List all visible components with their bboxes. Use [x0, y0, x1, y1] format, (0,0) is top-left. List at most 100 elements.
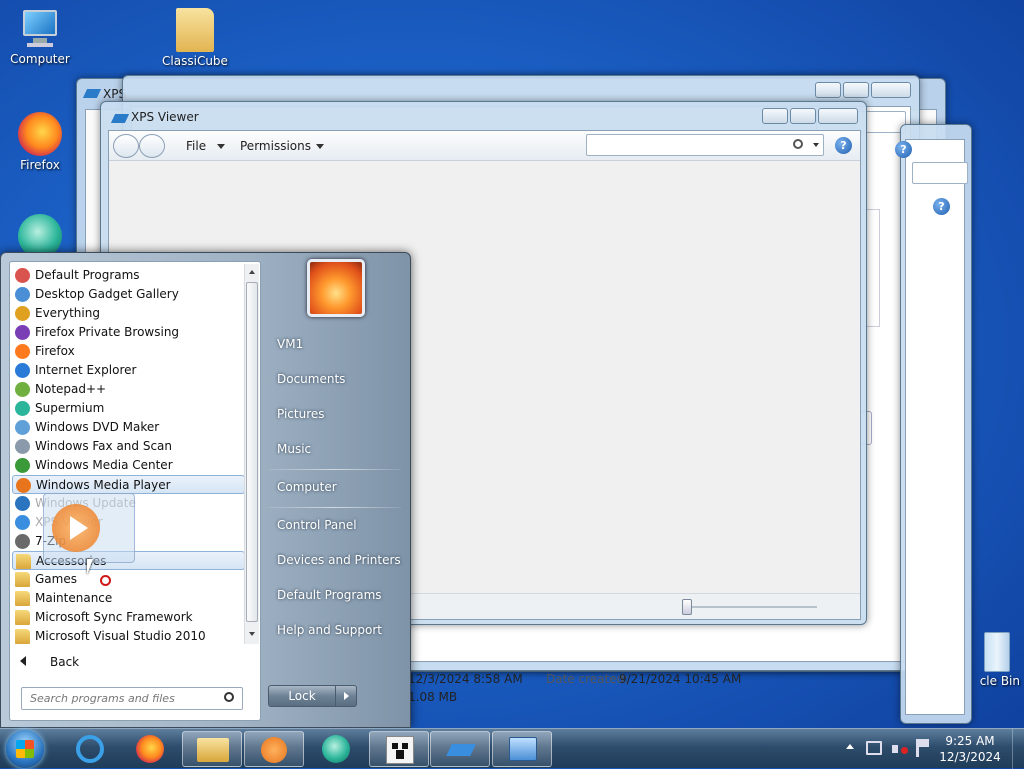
- separator: [269, 507, 401, 508]
- volume-muted-icon[interactable]: [892, 741, 908, 757]
- start-item-pictures[interactable]: Pictures: [277, 407, 325, 421]
- taskbar-firefox[interactable]: [120, 731, 180, 767]
- taskbar-media-player[interactable]: [244, 731, 304, 767]
- forward-button[interactable]: [139, 134, 165, 158]
- scroll-thumb[interactable]: [246, 282, 258, 622]
- program-icon: [15, 382, 30, 397]
- permissions-menu[interactable]: Permissions: [240, 139, 311, 153]
- start-menu-programs-pane: Default Programs Desktop Gadget Gallery Ev…: [9, 261, 261, 721]
- desktop-icon-classicube[interactable]: ClassiCube: [155, 8, 235, 68]
- program-item[interactable]: Internet Explorer: [12, 361, 244, 380]
- firefox-icon: [136, 735, 164, 763]
- program-label: Desktop Gadget Gallery: [35, 287, 179, 301]
- program-icon: [15, 306, 30, 321]
- program-item[interactable]: Notepad++: [12, 380, 244, 399]
- tray-expand-icon[interactable]: [846, 744, 854, 749]
- program-icon: [15, 401, 30, 416]
- scroll-down-icon[interactable]: [249, 632, 255, 639]
- start-search-box[interactable]: Search programs and files: [21, 687, 243, 710]
- program-label: Notepad++: [35, 382, 107, 396]
- program-label: Supermium: [35, 401, 105, 415]
- taskbar-xps-viewer[interactable]: [430, 731, 490, 767]
- program-folder[interactable]: Games: [12, 570, 244, 589]
- lock-button[interactable]: Lock: [268, 685, 336, 707]
- program-item[interactable]: Desktop Gadget Gallery: [12, 285, 244, 304]
- desktop-icon-firefox[interactable]: Firefox: [0, 112, 80, 172]
- mouse-cursor: [87, 559, 93, 581]
- taskbar-classicube[interactable]: [369, 731, 429, 767]
- program-item[interactable]: Windows Fax and Scan: [12, 437, 244, 456]
- start-item-documents[interactable]: Documents: [277, 372, 345, 386]
- folder-icon: [16, 554, 31, 569]
- maximize-button[interactable]: [843, 82, 869, 98]
- program-item[interactable]: Supermium: [12, 399, 244, 418]
- program-item[interactable]: Windows Media Player: [12, 475, 244, 494]
- clock[interactable]: 9:25 AM 12/3/2024: [930, 733, 1010, 765]
- window-controls: [815, 82, 911, 98]
- program-icon: [15, 496, 30, 511]
- shutdown-options-button[interactable]: [335, 685, 357, 707]
- program-folder[interactable]: Microsoft Sync Framework: [12, 608, 244, 627]
- scroll-up-icon[interactable]: [249, 267, 255, 274]
- program-label: Microsoft Sync Framework: [35, 610, 193, 624]
- program-label: Microsoft Visual Studio 2010: [35, 629, 206, 643]
- user-picture[interactable]: [307, 259, 365, 317]
- minimize-button[interactable]: [762, 108, 788, 124]
- program-item[interactable]: Firefox Private Browsing: [12, 323, 244, 342]
- minimize-button[interactable]: [815, 82, 841, 98]
- action-center-flag-icon[interactable]: [916, 739, 929, 757]
- file-menu[interactable]: File: [186, 139, 206, 153]
- desktop-icon-computer[interactable]: Computer: [0, 8, 80, 66]
- start-item-user[interactable]: VM1: [277, 337, 303, 351]
- start-button[interactable]: [6, 730, 44, 768]
- program-item[interactable]: Everything: [12, 304, 244, 323]
- close-button[interactable]: [818, 108, 858, 124]
- start-item-help-support[interactable]: Help and Support: [277, 623, 382, 637]
- viewer-toolbar: File Permissions ?: [109, 131, 860, 161]
- help-icon[interactable]: ?: [895, 141, 912, 158]
- show-desktop-button[interactable]: [1012, 729, 1024, 769]
- start-item-computer[interactable]: Computer: [277, 480, 337, 494]
- taskbar-control-panel[interactable]: [492, 731, 552, 767]
- program-label: Firefox Private Browsing: [35, 325, 180, 339]
- search-field[interactable]: [912, 162, 968, 184]
- lock-label: Lock: [288, 689, 316, 703]
- program-item[interactable]: Windows DVD Maker: [12, 418, 244, 437]
- desktop-icon-label: Computer: [10, 52, 70, 66]
- xps-window-right[interactable]: ?: [900, 124, 972, 724]
- network-icon[interactable]: [866, 741, 882, 755]
- program-label: Windows DVD Maker: [35, 420, 160, 434]
- close-button[interactable]: [871, 82, 911, 98]
- start-item-devices-printers[interactable]: Devices and Printers: [277, 553, 401, 567]
- back-button[interactable]: Back: [14, 652, 244, 672]
- maximize-button[interactable]: [790, 108, 816, 124]
- help-icon[interactable]: ?: [933, 198, 950, 215]
- program-folder[interactable]: Maintenance: [12, 589, 244, 608]
- start-item-default-programs[interactable]: Default Programs: [277, 588, 382, 602]
- taskbar-explorer[interactable]: [182, 731, 242, 767]
- program-icon: [15, 515, 30, 530]
- program-folder[interactable]: Microsoft Visual Studio 2010: [12, 627, 244, 646]
- program-label: Games: [35, 572, 77, 586]
- program-item[interactable]: Firefox: [12, 342, 244, 361]
- taskbar-supermium[interactable]: [306, 731, 366, 767]
- program-item[interactable]: Default Programs: [12, 266, 244, 285]
- scrollbar[interactable]: [244, 264, 259, 644]
- back-button[interactable]: [113, 134, 139, 158]
- start-item-control-panel[interactable]: Control Panel: [277, 518, 357, 532]
- zoom-slider[interactable]: [682, 599, 692, 615]
- program-label: Maintenance: [35, 591, 113, 605]
- program-icon: [15, 420, 30, 435]
- computer-icon: [17, 8, 63, 50]
- folder-icon: [15, 591, 30, 606]
- all-programs-list: Default Programs Desktop Gadget Gallery Ev…: [10, 262, 244, 646]
- program-icon: [15, 325, 30, 340]
- taskbar-ie[interactable]: [60, 731, 120, 767]
- start-item-music[interactable]: Music: [277, 442, 311, 456]
- help-icon[interactable]: ?: [835, 137, 852, 154]
- taskbar: 9:25 AM 12/3/2024: [0, 728, 1024, 769]
- search-field[interactable]: [586, 134, 824, 156]
- program-label: Default Programs: [35, 268, 140, 282]
- folder-icon: [15, 629, 30, 644]
- program-item[interactable]: Windows Media Center: [12, 456, 244, 475]
